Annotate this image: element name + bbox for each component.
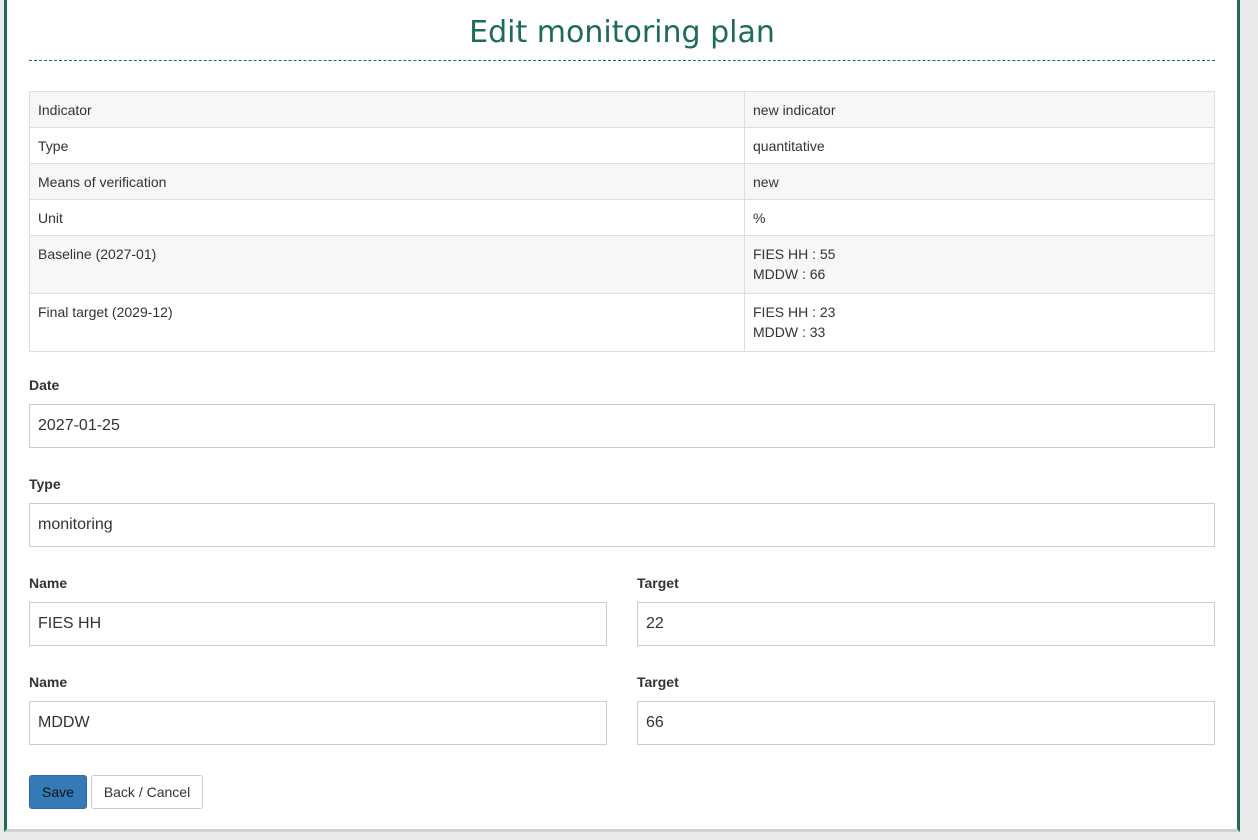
final-target-value-line: FIES HH : 23	[753, 304, 836, 320]
row-label-means-of-verification: Means of verification	[29, 163, 745, 200]
save-button[interactable]: Save	[29, 775, 87, 809]
row-value-means-of-verification: new	[744, 163, 1215, 200]
baseline-value-line: MDDW : 66	[753, 266, 826, 282]
row-label-unit: Unit	[29, 199, 745, 236]
back-cancel-button[interactable]: Back / Cancel	[91, 775, 203, 809]
name-label: Name	[29, 674, 68, 690]
row-value-unit: %	[744, 199, 1215, 236]
name-label: Name	[29, 575, 68, 591]
target-input-mddw[interactable]: 66	[637, 701, 1215, 745]
date-input[interactable]: 2027-01-25	[29, 404, 1215, 448]
table-row: Type quantitative	[29, 127, 1215, 164]
name-input-fies-hh[interactable]: FIES HH	[29, 602, 607, 646]
row-value-final-target: FIES HH : 23 MDDW : 33	[744, 293, 1215, 352]
target-label: Target	[637, 575, 679, 591]
date-label: Date	[29, 377, 60, 393]
table-row: Unit %	[29, 199, 1215, 236]
target-label: Target	[637, 674, 679, 690]
row-value-indicator: new indicator	[744, 91, 1215, 128]
row-label-type: Type	[29, 127, 745, 164]
type-label: Type	[29, 476, 61, 492]
indicator-info-table: Indicator new indicator Type quantitativ…	[29, 91, 1215, 352]
row-value-baseline: FIES HH : 55 MDDW : 66	[744, 235, 1215, 294]
scrollbar-track[interactable]	[1240, 0, 1258, 840]
page-title: Edit monitoring plan	[29, 0, 1215, 61]
row-value-type: quantitative	[744, 127, 1215, 164]
target-input-fies-hh[interactable]: 22	[637, 602, 1215, 646]
type-input[interactable]: monitoring	[29, 503, 1215, 547]
row-label-baseline: Baseline (2027-01)	[29, 235, 745, 294]
name-input-mddw[interactable]: MDDW	[29, 701, 607, 745]
table-row: Final target (2029-12) FIES HH : 23 MDDW…	[29, 293, 1215, 352]
row-label-indicator: Indicator	[29, 91, 745, 128]
page-content: Edit monitoring plan Indicator new indic…	[29, 0, 1215, 809]
row-label-final-target: Final target (2029-12)	[29, 293, 745, 352]
page-frame: Edit monitoring plan Indicator new indic…	[4, 0, 1240, 832]
baseline-value-line: FIES HH : 55	[753, 246, 836, 262]
table-row: Baseline (2027-01) FIES HH : 55 MDDW : 6…	[29, 235, 1215, 294]
table-row: Means of verification new	[29, 163, 1215, 200]
final-target-value-line: MDDW : 33	[753, 324, 826, 340]
table-row: Indicator new indicator	[29, 91, 1215, 128]
